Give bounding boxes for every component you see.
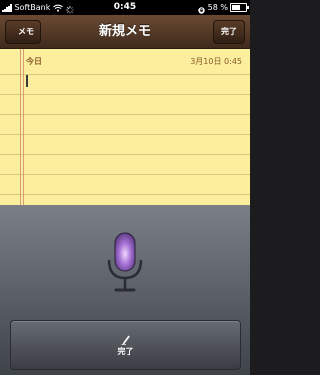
status-bar: SoftBank 0:45 58 %: [0, 0, 250, 15]
margin-line: [20, 49, 21, 205]
navigation-bar: メモ 新規メモ 完了: [0, 15, 250, 49]
dictation-done-label: 完了: [117, 347, 134, 356]
note-timestamp: 3月10日 0:45: [190, 57, 242, 66]
dictation-done-button[interactable]: 完了: [10, 320, 241, 370]
pen-icon: [121, 330, 131, 345]
text-cursor: [26, 75, 28, 87]
battery-fill: [232, 5, 240, 10]
note-editor[interactable]: 今日 3月10日 0:45: [0, 49, 250, 205]
dictation-panel: 完了: [0, 205, 250, 375]
rotation-lock-icon: [197, 4, 205, 14]
microphone-icon[interactable]: [106, 232, 144, 296]
margin-line: [23, 49, 24, 205]
note-date-label: 今日: [26, 57, 42, 66]
note-header: 今日 3月10日 0:45: [26, 56, 242, 68]
battery-icon: [230, 3, 249, 12]
done-button[interactable]: 完了: [213, 20, 245, 44]
battery-percent: 58 %: [207, 3, 228, 12]
status-right: 58 %: [197, 0, 249, 15]
